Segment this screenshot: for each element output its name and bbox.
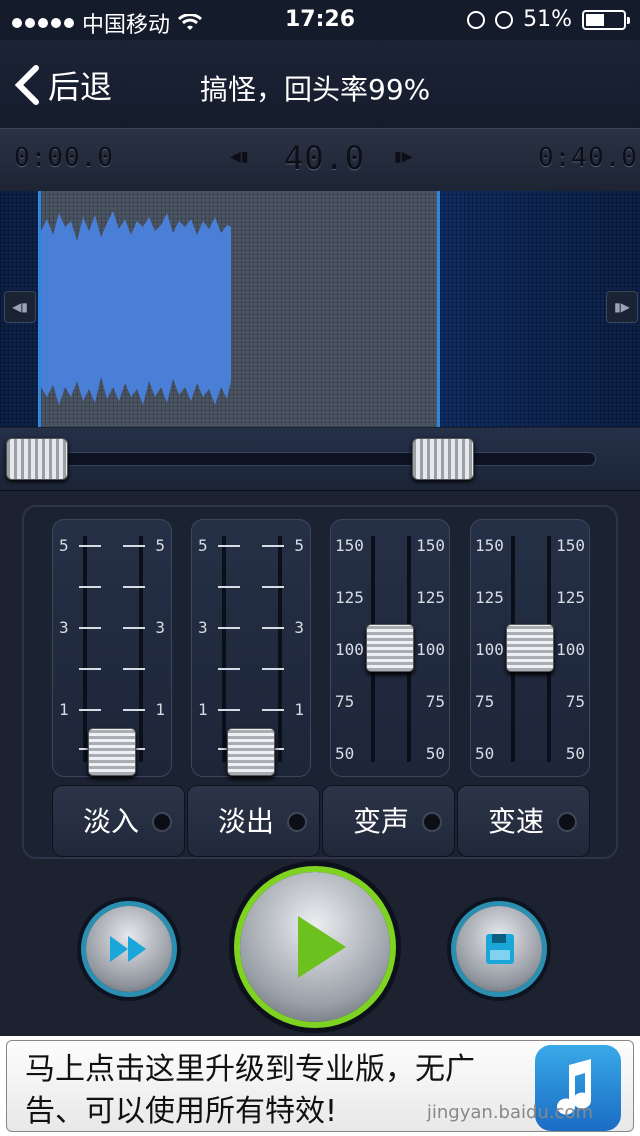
fader-label: 1 — [59, 700, 69, 719]
indicator-led — [557, 812, 577, 832]
fader-label: 75 — [425, 692, 445, 711]
fader-label: 150 — [475, 536, 504, 555]
play-button[interactable] — [240, 872, 390, 1022]
watermark-text: jingyan.baidu.com — [426, 1102, 593, 1123]
fader-handle[interactable] — [88, 728, 136, 776]
status-bar: 中国移动 17:26 51% — [0, 0, 640, 40]
upgrade-ad-banner[interactable]: 马上点击这里升级到专业版，无广告、可以使用所有特效! jingyan.baidu… — [0, 1036, 640, 1136]
fader-label: 50 — [565, 744, 585, 763]
fader-label: 75 — [335, 692, 355, 711]
speed-fader[interactable]: 150 150 125 125 100 100 75 75 50 50 — [470, 519, 590, 777]
tab-label: 变速 — [488, 805, 545, 838]
scroll-left-button[interactable]: ◀▮ — [4, 291, 36, 323]
save-button[interactable] — [456, 906, 542, 992]
fader-label: 3 — [198, 618, 208, 637]
tab-label: 淡入 — [83, 805, 140, 838]
back-button[interactable]: 后退 — [14, 62, 112, 108]
fader-label: 75 — [565, 692, 585, 711]
voice-change-fader[interactable]: 150 150 125 125 100 100 75 75 50 50 — [330, 519, 450, 777]
tab-voice-change[interactable]: 变声 — [322, 785, 455, 857]
fader-label: 150 — [556, 536, 585, 555]
time-readout-bar: 0:00.0 ◀▮ 40.0 ▮▶ 0:40.0 — [0, 128, 640, 192]
tab-speed[interactable]: 变速 — [457, 785, 590, 857]
fader-label: 50 — [475, 744, 495, 763]
step-back-icon[interactable]: ◀▮ — [230, 149, 252, 167]
waveform — [41, 211, 231, 405]
fade-in-fader[interactable]: 5 5 3 3 1 1 — [52, 519, 172, 777]
waveform-view[interactable]: ◀▮ ▮▶ — [0, 191, 640, 427]
fader-label: 125 — [416, 588, 445, 607]
indicator-led — [152, 812, 172, 832]
selection-duration: 40.0 — [284, 139, 366, 177]
start-time: 0:00.0 — [14, 143, 114, 173]
fader-label: 75 — [475, 692, 495, 711]
range-start-handle[interactable] — [6, 438, 68, 480]
fader-label: 3 — [294, 618, 304, 637]
fader-label: 5 — [294, 536, 304, 555]
floppy-disk-icon — [486, 934, 514, 964]
fader-label: 5 — [59, 536, 69, 555]
range-track — [60, 452, 596, 466]
waveform-selection[interactable] — [38, 191, 440, 427]
alarm-icon — [495, 10, 514, 29]
fader-label: 125 — [556, 588, 585, 607]
tab-fade-in[interactable]: 淡入 — [52, 785, 185, 857]
back-label: 后退 — [48, 68, 113, 106]
effects-panel: 5 5 3 3 1 1 5 5 3 3 1 1 150 150 125 125 — [22, 505, 618, 859]
fader-label: 125 — [335, 588, 364, 607]
fader-label: 1 — [294, 700, 304, 719]
fader-label: 150 — [416, 536, 445, 555]
ad-frame: 马上点击这里升级到专业版，无广告、可以使用所有特效! jingyan.baidu… — [6, 1040, 634, 1132]
battery-icon — [582, 9, 630, 30]
fader-label: 1 — [155, 700, 165, 719]
fast-forward-button[interactable] — [86, 906, 172, 992]
navigation-bar: 后退 搞怪，回头率99% — [0, 40, 640, 129]
tab-fade-out[interactable]: 淡出 — [187, 785, 320, 857]
fader-handle[interactable] — [227, 728, 275, 776]
play-icon — [298, 916, 346, 978]
fader-label: 5 — [198, 536, 208, 555]
fader-label: 100 — [475, 640, 504, 659]
orientation-lock-icon — [467, 10, 486, 29]
fader-label: 50 — [425, 744, 445, 763]
fader-label: 100 — [556, 640, 585, 659]
fader-label: 5 — [155, 536, 165, 555]
fader-label: 3 — [59, 618, 69, 637]
indicator-led — [287, 812, 307, 832]
battery-percent: 51% — [523, 7, 572, 32]
range-end-handle[interactable] — [412, 438, 474, 480]
effect-tabs: 淡入 淡出 变声 变速 — [52, 785, 590, 857]
fader-label: 150 — [335, 536, 364, 555]
chevron-left-icon — [14, 65, 39, 105]
fader-label: 125 — [475, 588, 504, 607]
tab-label: 淡出 — [218, 805, 275, 838]
fader-label: 100 — [416, 640, 445, 659]
fader-handle[interactable] — [506, 624, 554, 672]
fader-label: 100 — [335, 640, 364, 659]
tab-label: 变声 — [353, 805, 410, 838]
range-slider — [0, 428, 640, 491]
page-title: 搞怪，回头率99% — [200, 73, 431, 106]
fader-label: 1 — [198, 700, 208, 719]
fade-out-fader[interactable]: 5 5 3 3 1 1 — [191, 519, 311, 777]
fader-label: 50 — [335, 744, 355, 763]
fader-label: 3 — [155, 618, 165, 637]
indicator-led — [422, 812, 442, 832]
scroll-right-button[interactable]: ▮▶ — [606, 291, 638, 323]
fast-forward-icon — [110, 936, 146, 962]
step-forward-icon[interactable]: ▮▶ — [394, 149, 416, 167]
end-time: 0:40.0 — [538, 143, 638, 173]
fader-handle[interactable] — [366, 624, 414, 672]
